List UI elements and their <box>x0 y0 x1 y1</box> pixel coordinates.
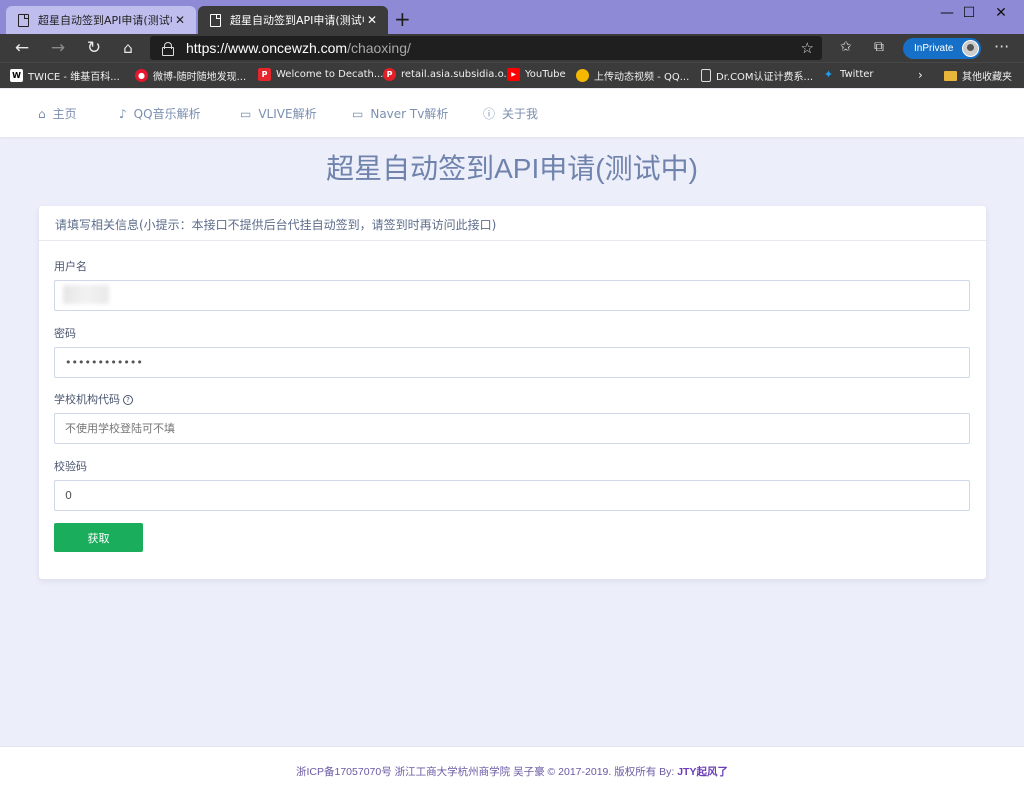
collections-icon[interactable]: ⧉ <box>874 39 884 55</box>
close-icon[interactable]: ✕ <box>364 13 380 27</box>
wikipedia-icon: W <box>10 69 23 82</box>
browser-tabstrip: 超星自动签到API申请(测试中) ✕ 超星自动签到API申请(测试中) ✕ + … <box>0 0 1024 34</box>
twitter-icon: ✦ <box>823 68 834 81</box>
youtube-icon: ▶ <box>507 68 520 81</box>
favorites-icon[interactable]: ✩ <box>840 39 852 55</box>
nav-item-qq-music[interactable]: ♪ QQ音乐解析 <box>119 105 201 122</box>
bookmark-weibo[interactable]: ● 微博-随时随地发现... <box>135 68 246 83</box>
bookmark-drcom[interactable]: Dr.COM认证计费系... <box>701 68 813 83</box>
nav-item-home[interactable]: ⌂ 主页 <box>38 105 77 122</box>
nav-item-vlive[interactable]: ▭ VLIVE解析 <box>240 105 317 122</box>
redacted-blur <box>63 285 109 304</box>
browser-tab-1[interactable]: 超星自动签到API申请(测试中) ✕ <box>6 6 196 34</box>
school-code-label: 学校机构代码? <box>54 391 133 407</box>
username-label: 用户名 <box>54 260 87 273</box>
card-header: 请填写相关信息(小提示：本接口不提供后台代挂自动签到，请签到时再访问此接口) <box>39 206 986 241</box>
page-icon <box>701 69 711 82</box>
nav-item-label: QQ音乐解析 <box>133 107 201 121</box>
nav-item-label: 关于我 <box>502 107 539 121</box>
window-close-button[interactable]: ✕ <box>978 0 1024 26</box>
address-bar[interactable]: https://www.oncewzh.com/chaoxing/ ☆ <box>150 36 822 60</box>
close-icon[interactable]: ✕ <box>172 13 188 27</box>
other-bookmarks[interactable]: 其他收藏夹 <box>944 68 1012 83</box>
bookmark-qq[interactable]: 上传动态视频 - QQ... <box>576 68 689 83</box>
chevron-right-icon[interactable]: › <box>918 68 923 82</box>
lock-icon <box>162 42 174 56</box>
nav-item-naver-tv[interactable]: ▭ Naver Tv解析 <box>352 105 448 122</box>
other-bookmarks-label: 其他收藏夹 <box>962 72 1012 83</box>
bookmark-retail[interactable]: P retail.asia.subsidia.o... <box>383 68 513 81</box>
forward-button[interactable]: → <box>47 37 69 59</box>
weibo-icon: ● <box>135 69 148 82</box>
more-menu-icon[interactable]: ··· <box>994 37 1009 56</box>
bookmark-twice[interactable]: W TWICE - 维基百科... <box>10 68 120 83</box>
nav-item-label: 主页 <box>52 107 77 121</box>
bookmarks-bar: W TWICE - 维基百科... ● 微博-随时随地发现... P Welco… <box>0 62 1024 88</box>
bookmark-twitter[interactable]: ✦ Twitter <box>822 68 874 81</box>
qq-icon <box>576 69 589 82</box>
help-icon[interactable]: ? <box>123 395 133 405</box>
refresh-button[interactable]: ↻ <box>83 37 105 59</box>
tab-title: 超星自动签到API申请(测试中) <box>38 14 172 27</box>
info-icon: ⓘ <box>483 107 496 121</box>
new-tab-button[interactable]: + <box>394 8 411 30</box>
home-button[interactable]: ⌂ <box>117 37 139 59</box>
profile-avatar <box>962 40 979 57</box>
tab-title: 超星自动签到API申请(测试中) <box>230 14 364 27</box>
inprivate-label: InPrivate <box>914 43 954 54</box>
home-icon: ⌂ <box>38 106 46 121</box>
bookmark-youtube[interactable]: ▶ YouTube <box>507 68 566 81</box>
page-icon <box>18 13 29 27</box>
url-host: https://www.oncewzh.com <box>186 40 348 56</box>
nav-item-about[interactable]: ⓘ 关于我 <box>483 105 538 122</box>
bookmark-label: Dr.COM认证计费系... <box>716 72 814 83</box>
icp-link[interactable]: 浙ICP备17057070号 <box>296 766 392 778</box>
captcha-field[interactable] <box>54 480 970 511</box>
bookmark-label: 微博-随时随地发现... <box>153 72 247 83</box>
url-path: /chaoxing/ <box>347 40 411 56</box>
bookmark-decathlon[interactable]: P Welcome to Decath... <box>258 68 383 81</box>
back-button[interactable]: ← <box>11 37 33 59</box>
inprivate-button[interactable]: InPrivate <box>903 38 981 59</box>
decathlon-icon: P <box>258 68 271 81</box>
bookmark-label: TWICE - 维基百科... <box>28 72 120 83</box>
address-toolbar: ← → ↻ ⌂ https://www.oncewzh.com/chaoxing… <box>0 34 1024 62</box>
author-link[interactable]: JTY起风了 <box>677 766 728 778</box>
page-icon <box>210 13 221 27</box>
form-card: 请填写相关信息(小提示：本接口不提供后台代挂自动签到，请签到时再访问此接口) 用… <box>39 206 986 579</box>
folder-icon <box>944 70 957 81</box>
site-nav: ⌂ 主页 ♪ QQ音乐解析 ▭ VLIVE解析 ▭ Naver Tv解析 ⓘ 关… <box>0 89 1024 137</box>
music-icon: ♪ <box>119 106 127 121</box>
retail-icon: P <box>383 68 396 81</box>
school-code-field[interactable] <box>54 413 970 444</box>
footer-org: 浙江工商大学杭州商学院 吴子豪 <box>394 766 545 778</box>
page-title: 超星自动签到API申请(测试中) <box>326 153 698 184</box>
bookmark-label: retail.asia.subsidia.o... <box>401 69 514 80</box>
url-text[interactable]: https://www.oncewzh.com/chaoxing/ <box>186 40 411 56</box>
favorite-star-icon[interactable]: ☆ <box>801 39 814 57</box>
submit-button[interactable]: 获取 <box>54 523 143 552</box>
password-field[interactable] <box>54 347 970 378</box>
bookmark-label: Welcome to Decath... <box>276 69 384 80</box>
footer-copyright: © 2017-2019. 版权所有 By: <box>547 766 675 778</box>
bookmark-label: 上传动态视频 - QQ... <box>594 72 690 83</box>
nav-item-label: Naver Tv解析 <box>370 107 449 121</box>
bookmark-label: YouTube <box>525 69 566 80</box>
footer: 浙ICP备17057070号 浙江工商大学杭州商学院 吴子豪 © 2017-20… <box>0 746 1024 795</box>
browser-tab-2[interactable]: 超星自动签到API申请(测试中) ✕ <box>198 6 388 34</box>
captcha-label: 校验码 <box>54 460 87 473</box>
video-icon: ▭ <box>240 106 252 121</box>
school-code-label-text: 学校机构代码 <box>54 393 120 406</box>
password-label: 密码 <box>54 327 76 340</box>
nav-item-label: VLIVE解析 <box>258 107 317 121</box>
username-field[interactable] <box>54 280 970 311</box>
video-icon: ▭ <box>352 106 364 121</box>
bookmark-label: Twitter <box>840 69 874 80</box>
